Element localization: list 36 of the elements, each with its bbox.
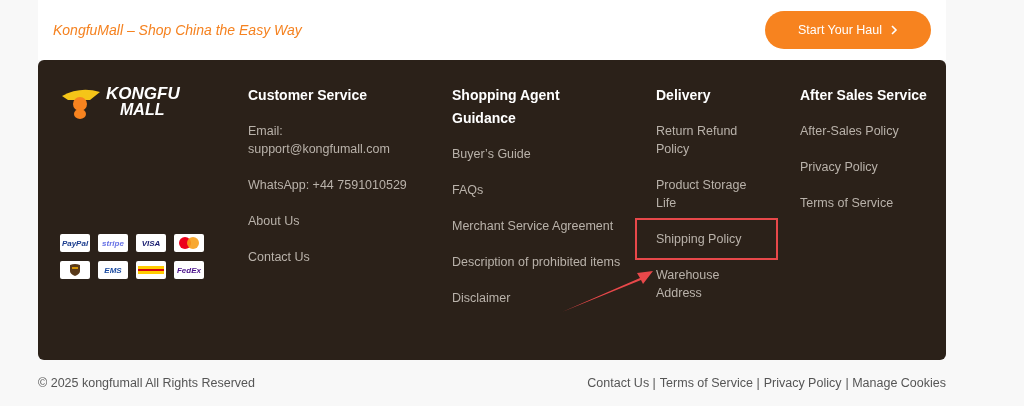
footer-link[interactable]: Description of prohibited items xyxy=(452,253,632,271)
shield-icon xyxy=(70,264,80,276)
footer-link[interactable]: After-Sales Policy xyxy=(800,122,920,140)
tagline: KongfuMall – Shop China the Easy Way xyxy=(53,22,302,38)
footer-link[interactable]: About Us xyxy=(248,212,428,230)
footer-link[interactable]: Buyer’s Guide xyxy=(452,145,632,163)
footer-link[interactable]: FAQs xyxy=(452,181,632,199)
copyright: © 2025 kongfumall All Rights Reserved xyxy=(38,376,255,390)
chevron-right-icon xyxy=(890,25,899,35)
footer-link[interactable]: WhatsApp: +44 7591010529 xyxy=(248,176,428,194)
column-heading: After Sales Service xyxy=(800,86,928,105)
paypal-logo: PayPal xyxy=(60,234,90,252)
footer-link[interactable]: Shipping Policy xyxy=(637,220,776,258)
footer-link[interactable]: Merchant Service Agreement xyxy=(452,217,632,235)
column-heading: Customer Service xyxy=(248,86,369,105)
footer-link[interactable]: Disclaimer xyxy=(452,289,632,307)
brand-name: KONGFU xyxy=(106,86,180,102)
column-heading: Shopping Agent Guidance xyxy=(452,86,561,128)
bottom-link[interactable]: | Manage Cookies xyxy=(845,376,946,390)
ems-logo: EMS xyxy=(98,261,128,279)
footer-link[interactable]: Privacy Policy xyxy=(800,158,920,176)
visa-logo: VISA xyxy=(136,234,166,252)
footer-link[interactable]: Email: support@kongfumall.com xyxy=(248,122,428,158)
bottom-link[interactable]: Terms of Service | xyxy=(659,376,760,390)
stripes-icon xyxy=(138,266,164,274)
footer-link[interactable]: Warehouse Address xyxy=(656,266,756,302)
column-heading: Delivery xyxy=(656,86,712,105)
footer-link[interactable]: Terms of Service xyxy=(800,194,920,212)
footer-link[interactable]: Contact Us xyxy=(248,248,428,266)
fedex-logo: FedEx xyxy=(174,261,204,279)
bottom-link[interactable]: Contact Us | xyxy=(587,376,656,390)
footer-link[interactable]: Product Storage Life xyxy=(656,176,756,212)
footer-link[interactable]: Return Refund Policy xyxy=(656,122,756,158)
brand-name: MALL xyxy=(119,102,166,118)
stripe-logo: stripe xyxy=(98,234,128,252)
bottom-link[interactable]: Privacy Policy xyxy=(763,376,842,390)
